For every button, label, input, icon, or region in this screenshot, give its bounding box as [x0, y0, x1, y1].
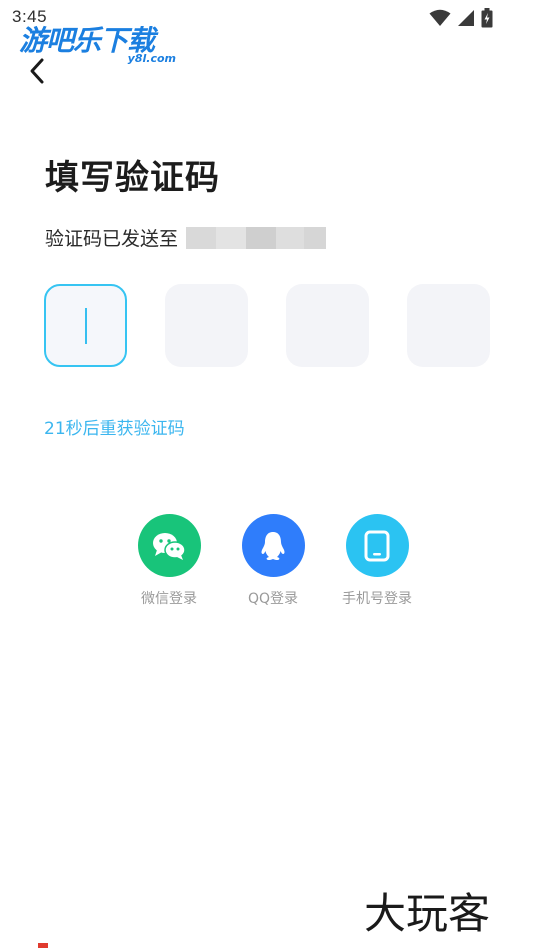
chevron-left-icon: [30, 58, 44, 84]
resend-code-countdown[interactable]: 21秒后重获验证码: [44, 414, 185, 439]
wechat-login-circle: [137, 514, 201, 577]
wechat-login-label: 微信登录: [141, 591, 197, 607]
status-icons: [429, 8, 493, 28]
phone-login-circle: [345, 514, 409, 577]
sent-to-label: 验证码已发送至: [45, 228, 179, 250]
code-input-2[interactable]: [165, 284, 248, 367]
code-input-3[interactable]: [286, 284, 369, 367]
verification-code-inputs: [44, 284, 490, 367]
sent-to-row: 验证码已发送至: [45, 224, 327, 251]
phone-login-label: 手机号登录: [342, 591, 412, 607]
code-input-4[interactable]: [407, 284, 490, 367]
bottom-watermark: 大玩客: [364, 889, 491, 938]
battery-icon: [481, 8, 493, 28]
wechat-login-button[interactable]: 微信登录: [130, 514, 208, 608]
qq-login-label: QQ登录: [247, 591, 299, 607]
cell-signal-icon: [458, 10, 474, 26]
qq-login-circle: [241, 514, 305, 577]
page-title: 填写验证码: [45, 158, 220, 198]
qq-login-button[interactable]: QQ登录: [234, 514, 312, 608]
watermark-subtitle: y8l.com: [127, 52, 176, 65]
qq-penguin-icon: [261, 531, 285, 560]
red-mark: [38, 943, 48, 948]
code-input-1[interactable]: [44, 284, 127, 367]
phone-login-button[interactable]: 手机号登录: [338, 514, 416, 608]
wechat-icon: [153, 532, 186, 560]
back-button[interactable]: [20, 54, 54, 88]
alternative-login-options: 微信登录 QQ登录 手机号登录: [130, 514, 416, 608]
masked-phone-number: [186, 226, 327, 249]
wifi-icon: [429, 9, 451, 26]
phone-icon: [364, 530, 390, 561]
text-caret: [84, 308, 87, 344]
